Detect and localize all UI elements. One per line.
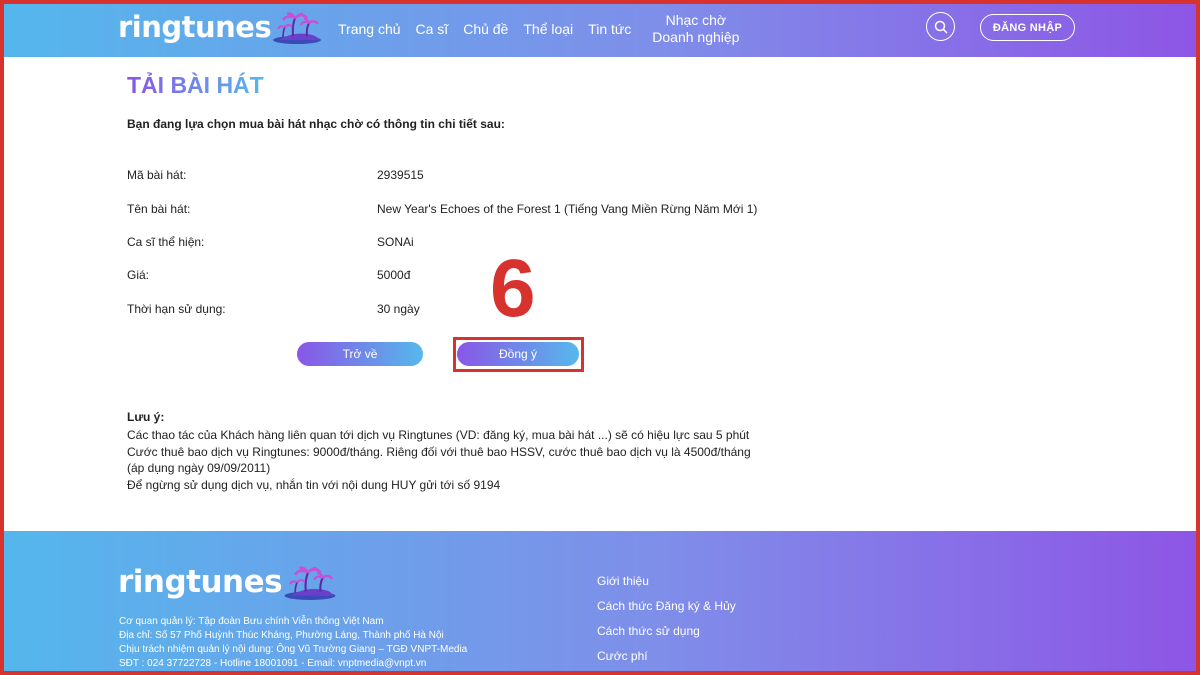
nav-artists[interactable]: Ca sĩ: [416, 21, 449, 37]
nav-news[interactable]: Tin tức: [588, 21, 631, 37]
site-header: ringtunes Trang chủ Ca sĩ Chủ đề Thể loạ…: [0, 0, 1200, 57]
footer-info-line: SĐT : 024 37722728 - Hotline 18001091 - …: [119, 658, 427, 669]
back-button[interactable]: Trở về: [297, 342, 423, 366]
step-number-annotation: 6: [490, 243, 536, 334]
price-value: 5000đ: [377, 268, 411, 282]
search-button[interactable]: [926, 12, 955, 41]
page-title: TẢI BÀI HÁT: [127, 72, 264, 98]
nav-home[interactable]: Trang chủ: [338, 21, 401, 37]
nav-business-ringtones[interactable]: Nhạc chờ Doanh nghiệp: [652, 12, 739, 46]
login-button[interactable]: ĐĂNG NHẬP: [980, 14, 1075, 41]
footer-link-usage[interactable]: Cách thức sử dụng: [597, 624, 700, 638]
footer-link-pricing[interactable]: Cước phí: [597, 649, 648, 663]
note-line: (áp dụng ngày 09/09/2011): [127, 461, 271, 475]
main-nav: Trang chủ Ca sĩ Chủ đề Thể loại Tin tức …: [338, 0, 754, 57]
intro-text: Bạn đang lựa chọn mua bài hát nhạc chờ c…: [127, 117, 505, 131]
logo-text: ringtunes: [118, 10, 272, 44]
palm-island-icon: [284, 566, 336, 600]
search-icon: [934, 20, 948, 34]
singer-value: SONAi: [377, 235, 414, 249]
song-id-label: Mã bài hát:: [127, 168, 187, 182]
duration-value: 30 ngày: [377, 302, 420, 316]
song-id-value: 2939515: [377, 168, 424, 182]
site-footer: ringtunes Cơ quan quản lý: Tập đoàn Bưu …: [0, 531, 1200, 675]
footer-info-line: Chịu trách nhiệm quản lý nội dung: Ông V…: [119, 644, 468, 655]
duration-label: Thời hạn sử dụng:: [127, 302, 226, 316]
footer-info-line: Cơ quan quản lý: Tập đoàn Bưu chính Viễn…: [119, 616, 384, 627]
singer-label: Ca sĩ thể hiện:: [127, 235, 205, 249]
song-name-label: Tên bài hát:: [127, 202, 191, 216]
site-logo[interactable]: ringtunes: [118, 10, 323, 44]
note-line: Để ngừng sử dụng dịch vụ, nhắn tin với n…: [127, 478, 501, 492]
nav-genres[interactable]: Thể loại: [523, 21, 573, 37]
agree-button-highlight: [453, 337, 584, 372]
note-title: Lưu ý:: [127, 410, 165, 424]
note-line: Cước thuê bao dịch vụ Ringtunes: 9000đ/t…: [127, 445, 751, 459]
palm-island-icon: [273, 12, 322, 44]
footer-link-about[interactable]: Giới thiệu: [597, 574, 649, 588]
nav-topics[interactable]: Chủ đề: [463, 21, 508, 37]
footer-logo-text: ringtunes: [118, 564, 283, 600]
footer-info-line: Địa chỉ: Số 57 Phố Huỳnh Thúc Kháng, Phư…: [119, 630, 444, 641]
footer-logo[interactable]: ringtunes: [118, 564, 338, 600]
nav-business-line2: Doanh nghiệp: [652, 28, 740, 45]
footer-link-register-cancel[interactable]: Cách thức Đăng ký & Hủy: [597, 599, 736, 613]
nav-business-line1: Nhạc chờ: [665, 11, 727, 28]
price-label: Giá:: [127, 268, 150, 282]
song-name-value: New Year's Echoes of the Forest 1 (Tiếng…: [377, 202, 758, 216]
note-line: Các thao tác của Khách hàng liên quan tớ…: [127, 428, 750, 442]
